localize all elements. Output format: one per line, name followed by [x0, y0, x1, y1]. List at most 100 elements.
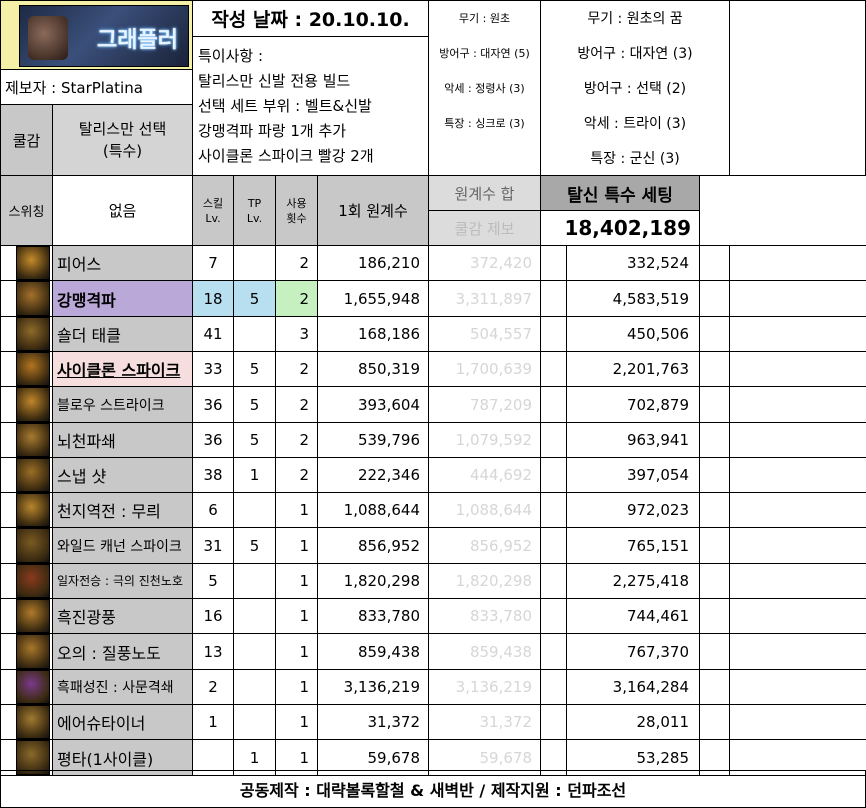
skill-name: 와일드 캐넌 스파이크	[52, 527, 193, 564]
skill-name: 스냅 샷	[52, 457, 193, 493]
tp-level: 1	[233, 457, 276, 493]
footer-credit: 공동제작 : 대략볼록할철 & 새벽반 / 제작지원 : 던파조선	[0, 770, 866, 808]
note-line: 사이클론 스파이크 빨강 2개	[198, 146, 374, 165]
noecheon-icon	[16, 423, 50, 457]
logo-panel: 그래플러	[0, 0, 193, 70]
skill-lv-header-l1: 스킬	[202, 196, 224, 210]
per-use-coeff: 3,136,219	[317, 669, 429, 705]
final-value: 4,583,519	[566, 280, 700, 317]
use-count: 1	[275, 563, 318, 599]
cool-label: 쿨감	[0, 104, 53, 176]
tp-lv-header-l1: TP	[247, 196, 262, 210]
per-use-coeff: 833,780	[317, 598, 429, 634]
use-count: 2	[275, 351, 318, 387]
cool-value-line-1: 탈리스만 선택	[78, 120, 167, 138]
blank-cell	[729, 351, 866, 387]
setting-header: 탈신 특수 세팅	[540, 175, 700, 211]
tp-level: 5	[233, 386, 276, 423]
use-count: 2	[275, 245, 318, 281]
blank-cell	[699, 492, 730, 528]
coeff-sum: 1,079,592	[428, 422, 541, 458]
blank-cell	[729, 669, 866, 705]
tp-level	[233, 598, 276, 634]
blank-cell	[729, 704, 866, 740]
final-value: 332,524	[566, 245, 700, 281]
wild-cannon-icon	[16, 528, 50, 563]
shoulder-tackle-icon	[16, 317, 50, 351]
coeff-sum: 1,700,639	[428, 351, 541, 387]
blank-cell	[729, 563, 866, 599]
total-value: 18,402,189	[540, 210, 700, 246]
tp-level: 5	[233, 280, 276, 317]
blank-cell	[699, 280, 730, 317]
blank-cell	[540, 280, 567, 317]
blow-strike-icon	[16, 387, 50, 422]
coeff-sum: 833,780	[428, 598, 541, 634]
blank-cell	[699, 598, 730, 634]
coeff-sum: 444,692	[428, 457, 541, 493]
snap-shot-icon	[16, 458, 50, 492]
per-use-coeff: 850,319	[317, 351, 429, 387]
use-count: 1	[275, 669, 318, 705]
set-right-item: 방어구 : 선택 (2)	[583, 81, 687, 97]
blank-cell	[699, 351, 730, 387]
skill-name: 뇌천파쇄	[52, 422, 193, 458]
tp-level	[233, 633, 276, 670]
tp-level	[233, 316, 276, 352]
final-value: 972,023	[566, 492, 700, 528]
final-value: 765,151	[566, 527, 700, 564]
skill-name: 흑진광풍	[52, 598, 193, 634]
blank-cell	[699, 316, 730, 352]
skill-level: 31	[192, 527, 234, 564]
skill-level: 38	[192, 457, 234, 493]
pierce-icon	[16, 246, 50, 280]
blank-cell	[699, 457, 730, 493]
tp-level: 5	[233, 527, 276, 564]
uses-header: 사용 횟수	[275, 175, 318, 246]
heukpae-icon	[16, 670, 50, 704]
tp-lv-header: TP Lv.	[233, 175, 276, 246]
notes-panel: 특이사항 : 탈리스만 신발 전용 빌드 선택 세트 부위 : 벨트&신발 강맹…	[192, 36, 429, 176]
coeff-sum: 3,136,219	[428, 669, 541, 705]
per-use-coeff: 856,952	[317, 527, 429, 564]
blank-cell	[699, 669, 730, 705]
final-value: 702,879	[566, 386, 700, 423]
skill-name: 흑패성진 : 사문격쇄	[52, 669, 193, 705]
skill-name: 일자전승 : 극의 진천노호	[52, 563, 193, 599]
skill-level: 5	[192, 563, 234, 599]
blank-cell	[699, 245, 730, 281]
logo-text: 그래플러	[97, 28, 178, 53]
use-count: 2	[275, 422, 318, 458]
blank-cell	[540, 492, 567, 528]
coeff-sum: 504,557	[428, 316, 541, 352]
reporter-label: 제보자 : StarPlatina	[0, 69, 193, 105]
skill-level: 33	[192, 351, 234, 387]
per-use-coeff: 539,796	[317, 422, 429, 458]
final-value: 28,011	[566, 704, 700, 740]
blank-cell	[540, 351, 567, 387]
set-right-item: 무기 : 원초의 꿈	[587, 11, 683, 27]
tp-level	[233, 669, 276, 705]
skill-level: 13	[192, 633, 234, 670]
use-count: 1	[275, 492, 318, 528]
set-left-item: 악세 : 정령사 (3)	[444, 82, 525, 95]
note-line: 선택 세트 부위 : 벨트&신발	[198, 96, 372, 115]
set-left-item: 특장 : 싱크로 (3)	[444, 117, 525, 130]
coeff-sum: 1,088,644	[428, 492, 541, 528]
skill-level: 7	[192, 245, 234, 281]
use-count: 3	[275, 316, 318, 352]
heukjin-icon	[16, 599, 50, 633]
blank-cell	[699, 633, 730, 670]
blank-cell	[699, 386, 730, 423]
none-header: 없음	[52, 175, 193, 246]
coeff-sum: 3,311,897	[428, 280, 541, 317]
skill-level: 36	[192, 386, 234, 423]
skill-lv-header-l2: Lv.	[205, 211, 221, 225]
ohui-icon	[16, 634, 50, 669]
per-use-coeff: 222,346	[317, 457, 429, 493]
blank-cell	[540, 245, 567, 281]
skill-name: 에어슈타이너	[52, 704, 193, 740]
cheonji-icon	[16, 493, 50, 527]
set-left-item: 무기 : 원초	[458, 12, 511, 25]
skill-level: 41	[192, 316, 234, 352]
